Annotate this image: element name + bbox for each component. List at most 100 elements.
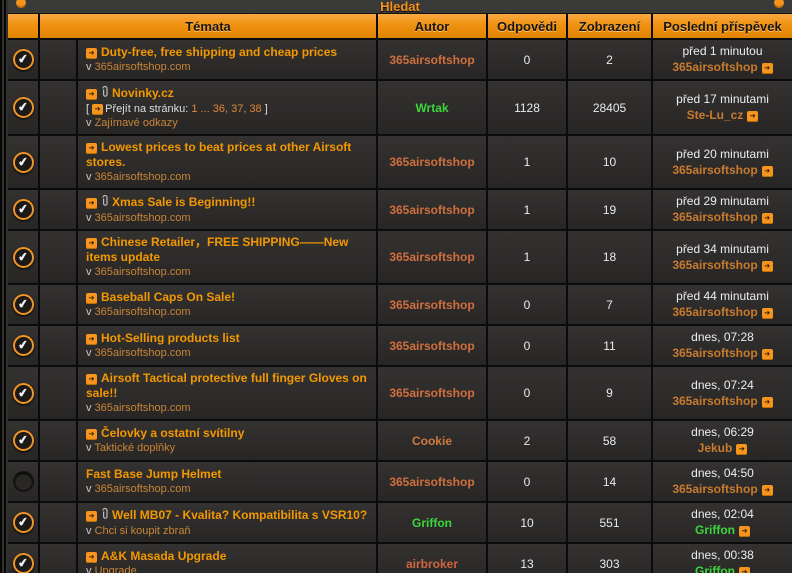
topic-title-link[interactable]: Airsoft Tactical protective full finger … <box>86 371 367 400</box>
last-post-author-link[interactable]: 365airsoftshop <box>672 346 757 360</box>
jump-to-new-post-icon[interactable]: ➔ <box>86 48 97 59</box>
pagination-close-bracket: ] <box>265 103 268 115</box>
folder-cell <box>40 503 78 542</box>
topic-title-link[interactable]: Čelovky a ostatní svítilny <box>101 426 244 440</box>
author-cell: 365airsoftshop <box>378 40 488 79</box>
forum-prefix: v <box>86 565 92 573</box>
author-link[interactable]: 365airsoftshop <box>389 53 474 67</box>
author-link[interactable]: Griffon <box>412 516 452 530</box>
forum-prefix: v <box>86 306 92 318</box>
author-link[interactable]: 365airsoftshop <box>389 250 474 264</box>
last-post-author-link[interactable]: Griffon <box>695 564 735 573</box>
goto-last-post-icon[interactable]: ➔ <box>739 567 750 573</box>
search-link[interactable]: Hledat <box>380 0 420 13</box>
jump-to-new-post-icon[interactable]: ➔ <box>86 238 97 249</box>
replies-count: 0 <box>488 326 568 365</box>
forum-line: v 365airsoftshop.com <box>86 305 191 319</box>
topic-cell: ➔Fast Base Jump Helmet ➔ v 365airsoftsho… <box>78 462 378 501</box>
author-link[interactable]: airbroker <box>406 557 458 571</box>
jump-to-new-post-icon[interactable]: ➔ <box>86 143 97 154</box>
jump-to-new-post-icon[interactable]: ➔ <box>86 293 97 304</box>
goto-last-post-icon[interactable]: ➔ <box>736 444 747 455</box>
last-post-author-link[interactable]: 365airsoftshop <box>672 482 757 496</box>
author-link[interactable]: Wrtak <box>415 101 448 115</box>
last-post-author-link[interactable]: 365airsoftshop <box>672 394 757 408</box>
author-link[interactable]: 365airsoftshop <box>389 386 474 400</box>
author-link[interactable]: 365airsoftshop <box>389 155 474 169</box>
views-count: 14 <box>568 462 653 501</box>
last-post-author-link[interactable]: 365airsoftshop <box>672 163 757 177</box>
forum-link[interactable]: 365airsoftshop.com <box>95 212 191 224</box>
author-link[interactable]: 365airsoftshop <box>389 203 474 217</box>
jump-to-new-post-icon[interactable]: ➔ <box>86 429 97 440</box>
goto-last-post-icon[interactable]: ➔ <box>747 111 758 122</box>
goto-last-post-icon[interactable]: ➔ <box>762 261 773 272</box>
forum-link[interactable]: 365airsoftshop.com <box>95 347 191 359</box>
last-post-author-link[interactable]: Ste-Lu_cz <box>687 108 744 122</box>
forum-link[interactable]: 365airsoftshop.com <box>95 171 191 183</box>
jump-to-new-post-icon[interactable]: ➔ <box>86 89 97 100</box>
goto-last-post-icon[interactable]: ➔ <box>762 397 773 408</box>
jump-to-new-post-icon[interactable]: ➔ <box>86 334 97 345</box>
topic-title-link[interactable]: Duty-free, free shipping and cheap price… <box>101 45 337 59</box>
last-post-time: před 34 minutami <box>676 242 769 257</box>
table-row: ➔Fast Base Jump Helmet ➔ v 365airsoftsho… <box>8 462 792 503</box>
author-link[interactable]: 365airsoftshop <box>389 298 474 312</box>
topic-title-link[interactable]: Novinky.cz <box>112 86 174 100</box>
goto-last-post-icon[interactable]: ➔ <box>762 63 773 74</box>
goto-last-post-icon[interactable]: ➔ <box>762 349 773 360</box>
jump-to-new-post-icon[interactable]: ➔ <box>86 552 97 563</box>
last-post-author-link[interactable]: Griffon <box>695 523 735 537</box>
forum-link[interactable]: Zajímavé odkazy <box>95 117 178 129</box>
last-post-author-link[interactable]: 365airsoftshop <box>672 305 757 319</box>
last-post-author-link[interactable]: Jekub <box>698 441 733 455</box>
topic-title-link[interactable]: Baseball Caps On Sale! <box>101 290 235 304</box>
author-link[interactable]: 365airsoftshop <box>389 475 474 489</box>
topic-title-line: ➔ Xmas Sale is Beginning!! <box>86 194 255 211</box>
views-count: 19 <box>568 190 653 229</box>
forum-link[interactable]: 365airsoftshop.com <box>95 402 191 414</box>
author-cell: 365airsoftshop <box>378 285 488 324</box>
jump-to-new-post-icon[interactable]: ➔ <box>86 198 97 209</box>
goto-last-post-icon[interactable]: ➔ <box>762 308 773 319</box>
folder-cell <box>40 544 78 573</box>
topic-cell: ➔Čelovky a ostatní svítilny ➔ v Taktické… <box>78 421 378 460</box>
goto-page-icon[interactable]: ➔ <box>92 104 103 115</box>
folder-cell <box>40 462 78 501</box>
read-status-icon <box>13 383 34 404</box>
forum-link[interactable]: 365airsoftshop.com <box>95 483 191 495</box>
last-post-author-link[interactable]: 365airsoftshop <box>672 258 757 272</box>
author-link[interactable]: 365airsoftshop <box>389 339 474 353</box>
topic-title-link[interactable]: Well MB07 - Kvalita? Kompatibilita s VSR… <box>112 508 367 522</box>
topic-title-link[interactable]: Chinese Retailer，FREE SHIPPING——New item… <box>86 235 348 264</box>
forum-prefix: v <box>86 402 92 414</box>
last-post-author-link[interactable]: 365airsoftshop <box>672 210 757 224</box>
topic-title-link[interactable]: Fast Base Jump Helmet <box>86 467 221 481</box>
goto-last-post-icon[interactable]: ➔ <box>762 213 773 224</box>
goto-last-post-icon[interactable]: ➔ <box>762 166 773 177</box>
topic-title-link[interactable]: Hot-Selling products list <box>101 331 240 345</box>
goto-last-post-icon[interactable]: ➔ <box>762 485 773 496</box>
last-post-author-link[interactable]: 365airsoftshop <box>672 60 757 74</box>
topic-title-link[interactable]: Xmas Sale is Beginning!! <box>112 195 255 209</box>
last-post-time: dnes, 06:29 <box>691 425 754 440</box>
views-count: 303 <box>568 544 653 573</box>
goto-last-post-icon[interactable]: ➔ <box>739 526 750 537</box>
topic-title-link[interactable]: Lowest prices to beat prices at other Ai… <box>86 140 351 169</box>
topic-title-link[interactable]: A&K Masada Upgrade <box>101 549 226 563</box>
replies-count: 1128 <box>488 81 568 134</box>
status-cell <box>8 136 40 188</box>
jump-to-new-post-icon[interactable]: ➔ <box>86 374 97 385</box>
table-header: Témata Autor Odpovědi Zobrazení Poslední… <box>8 14 792 40</box>
pagination-page-links[interactable]: 1 ... 36, 37, 38 <box>191 103 261 115</box>
author-link[interactable]: Cookie <box>412 434 452 448</box>
forum-link[interactable]: Upgrade <box>95 565 137 573</box>
jump-to-new-post-icon[interactable]: ➔ <box>86 511 97 522</box>
forum-link[interactable]: 365airsoftshop.com <box>95 306 191 318</box>
forum-link[interactable]: Taktické doplňky <box>94 442 175 454</box>
last-post-cell: dnes, 07:28 365airsoftshop➔ <box>653 326 792 365</box>
forum-link[interactable]: Chci si koupit zbraň <box>95 525 191 537</box>
forum-link[interactable]: 365airsoftshop.com <box>95 266 191 278</box>
forum-link[interactable]: 365airsoftshop.com <box>95 61 191 73</box>
replies-count: 1 <box>488 190 568 229</box>
